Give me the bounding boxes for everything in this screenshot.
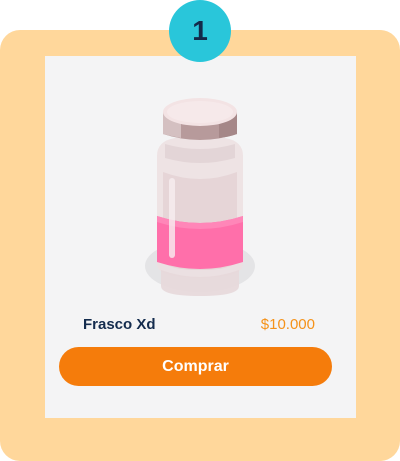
- product-card: Frasco Xd $10.000 Comprar: [45, 56, 356, 418]
- buy-button[interactable]: Comprar: [59, 347, 332, 386]
- medicine-bottle-icon: [135, 86, 265, 306]
- product-name: Frasco Xd: [83, 315, 156, 333]
- product-step-card: 1 Frasco Xd $10.000 Comprar: [0, 0, 400, 461]
- step-number: 1: [192, 15, 208, 46]
- product-info-row: Frasco Xd $10.000: [83, 313, 315, 335]
- product-price: $10.000: [260, 315, 315, 333]
- step-number-badge: 1: [169, 0, 231, 62]
